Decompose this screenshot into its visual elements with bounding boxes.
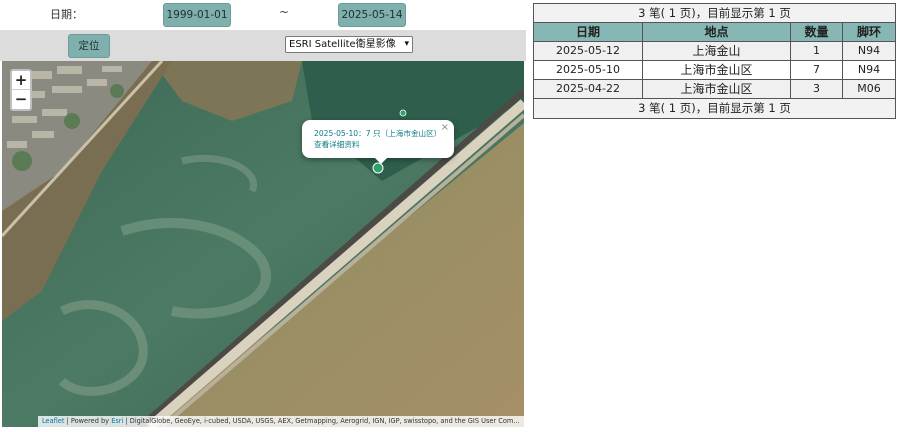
end-date-button[interactable]: 2025-05-14 bbox=[338, 3, 406, 27]
satellite-imagery bbox=[2, 61, 524, 427]
cell-count: 3 bbox=[791, 80, 843, 98]
cell-leg-band: M06 bbox=[843, 80, 895, 98]
table-row[interactable]: 2025-05-12 上海金山 1 N94 bbox=[534, 42, 895, 61]
records-table: 3 笔( 1 页)，目前显示第 1 页 日期 地点 数量 脚环 2025-05-… bbox=[533, 3, 896, 119]
cell-leg-band: N94 bbox=[857, 63, 881, 76]
satellite-map[interactable]: + − × 2025-05-10：7 只（上海市金山区） 查看详细资料 Leaf… bbox=[2, 61, 524, 427]
cell-leg-band: N94 bbox=[843, 42, 895, 60]
close-icon[interactable]: × bbox=[441, 122, 449, 133]
sighting-marker-selected[interactable] bbox=[372, 162, 384, 174]
zoom-out-button[interactable]: − bbox=[12, 90, 30, 109]
locate-button[interactable]: 定位 bbox=[68, 34, 110, 58]
esri-link[interactable]: Esri bbox=[111, 417, 123, 425]
date-range-separator: ~ bbox=[279, 5, 290, 19]
column-header-location[interactable]: 地点 bbox=[643, 23, 791, 41]
column-header-leg-band[interactable]: 脚环 bbox=[843, 23, 895, 41]
cell-date: 2025-05-10 bbox=[534, 61, 643, 79]
table-summary-top: 3 笔( 1 页)，目前显示第 1 页 bbox=[534, 4, 895, 23]
cell-location: 上海市金山区 bbox=[643, 80, 791, 98]
cell-location: 上海市金山区 bbox=[643, 61, 791, 79]
left-panel: 日期： 1999-01-01 ~ 2025-05-14 定位 ESRI Sate… bbox=[0, 0, 526, 432]
date-label: 日期： bbox=[50, 8, 83, 21]
popup-tip bbox=[374, 157, 388, 164]
popup-summary: 2025-05-10：7 只（上海市金山区） bbox=[314, 129, 442, 138]
leaflet-link[interactable]: Leaflet bbox=[42, 417, 64, 425]
map-layer-select[interactable]: ESRI Satellite衛星影像 ▾ bbox=[285, 36, 413, 53]
chevron-down-icon: ▾ bbox=[404, 39, 409, 49]
table-row[interactable]: 2025-05-10 上海市金山区 7 N94 bbox=[534, 61, 895, 80]
map-attribution: Leaflet | Powered by Esri | DigitalGlobe… bbox=[38, 416, 524, 427]
start-date-button[interactable]: 1999-01-01 bbox=[163, 3, 231, 27]
cell-location: 上海金山 bbox=[643, 42, 791, 60]
column-header-date[interactable]: 日期 bbox=[534, 23, 643, 41]
marker-popup: × 2025-05-10：7 只（上海市金山区） 查看详细资料 bbox=[302, 120, 454, 158]
zoom-in-button[interactable]: + bbox=[12, 71, 30, 90]
popup-detail-link[interactable]: 查看详细资料 bbox=[314, 139, 444, 150]
sighting-marker[interactable] bbox=[399, 109, 407, 117]
map-control-row: 定位 ESRI Satellite衛星影像 ▾ bbox=[0, 30, 526, 61]
table-row[interactable]: 2025-04-22 上海市金山区 3 M06 bbox=[534, 80, 895, 99]
cell-date: 2025-05-12 bbox=[534, 42, 643, 60]
date-filter-row: 日期： 1999-01-01 ~ 2025-05-14 bbox=[0, 0, 526, 30]
cell-date: 2025-04-22 bbox=[534, 80, 643, 98]
cell-count: 7 bbox=[791, 61, 843, 79]
column-header-count[interactable]: 数量 bbox=[791, 23, 843, 41]
table-summary-bottom: 3 笔( 1 页)，目前显示第 1 页 bbox=[534, 99, 895, 118]
map-layer-selected: ESRI Satellite衛星影像 bbox=[289, 39, 396, 50]
cell-count: 1 bbox=[791, 42, 843, 60]
zoom-control: + − bbox=[10, 69, 32, 111]
table-header-row: 日期 地点 数量 脚环 bbox=[534, 23, 895, 42]
